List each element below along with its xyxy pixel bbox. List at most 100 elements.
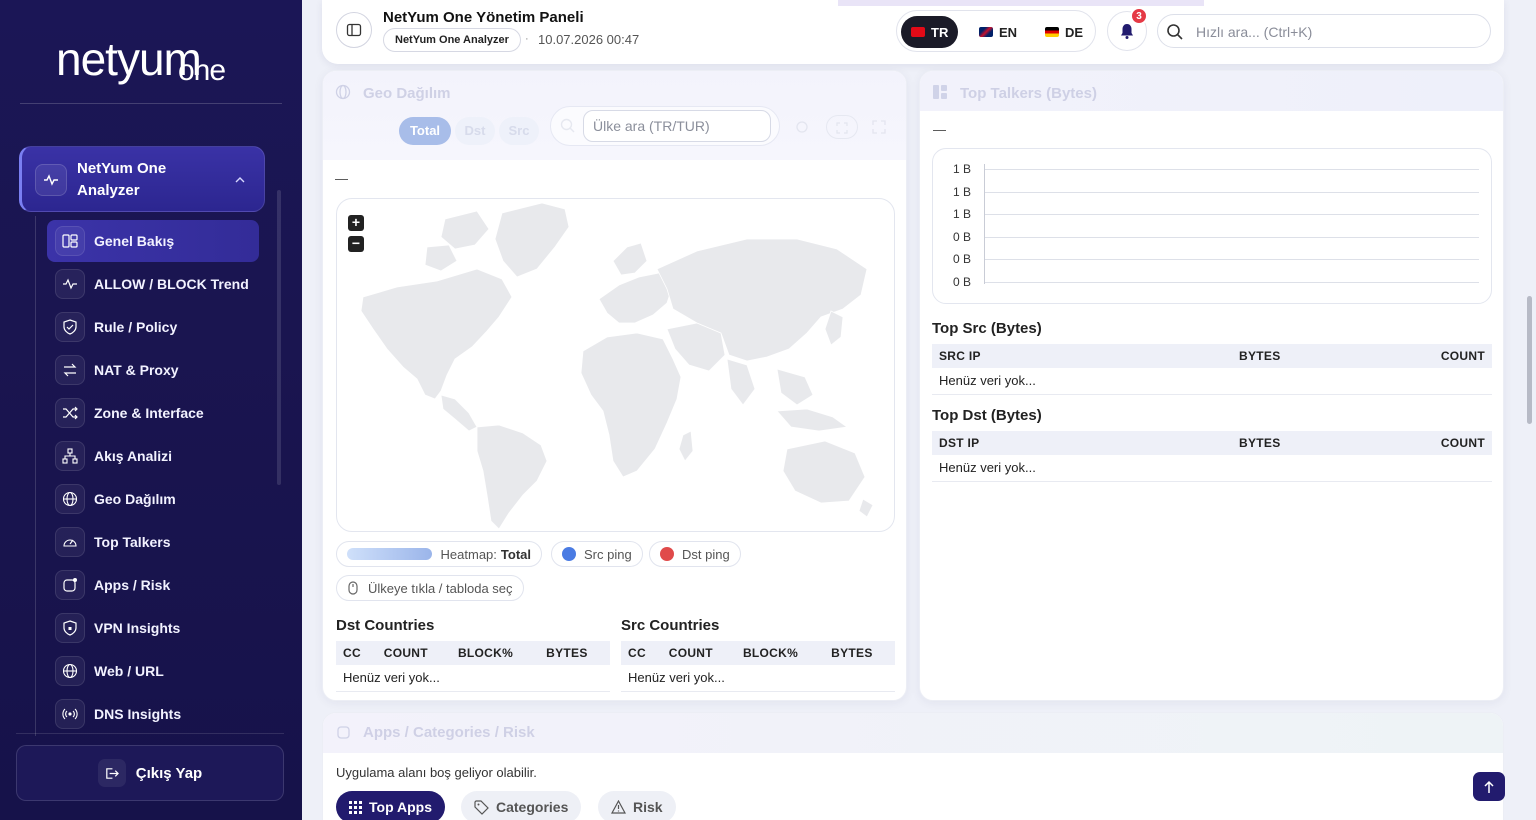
table-header-row: DST IP BYTES COUNT	[932, 431, 1492, 455]
sidebar-item-label: Geo Dağılım	[94, 490, 176, 507]
sidebar-group-analyzer[interactable]: NetYum One Analyzer	[19, 146, 265, 212]
logo-sub-text: one	[178, 54, 226, 87]
sidebar-item-akis-analizi[interactable]: Akış Analizi	[47, 434, 259, 477]
top-src-table: SRC IP BYTES COUNT Henüz veri yok...	[932, 344, 1492, 395]
flag-uk-icon	[979, 27, 993, 37]
empty-state: Henüz veri yok...	[932, 368, 1492, 395]
sidebar-item-rule-policy[interactable]: Rule / Policy	[47, 305, 259, 348]
fit-icon	[836, 122, 848, 134]
scroll-to-top-button[interactable]	[1473, 772, 1505, 801]
y-tick: 1 B	[952, 207, 971, 221]
segment-total[interactable]: Total	[399, 117, 451, 145]
col-bytes[interactable]: BYTES	[1232, 344, 1382, 368]
talkers-dash: —	[933, 122, 946, 137]
zoom-out-button[interactable]: −	[348, 236, 364, 252]
fit-view-button[interactable]	[826, 115, 858, 139]
sidebar-item-apps-risk[interactable]: Apps / Risk	[47, 563, 259, 606]
logout-button[interactable]: Çıkış Yap	[16, 745, 284, 801]
sidebar-item-allow-block-trend[interactable]: ALLOW / BLOCK Trend	[47, 262, 259, 305]
segment-src[interactable]: Src	[499, 117, 539, 145]
shield-icon	[55, 311, 85, 342]
dst-ping-dot	[660, 547, 674, 561]
col-cc[interactable]: CC	[621, 641, 662, 665]
src-ping-legend[interactable]: Src ping	[551, 541, 643, 567]
src-ping-dot	[562, 547, 576, 561]
refresh-icon[interactable]	[795, 120, 809, 134]
col-count[interactable]: COUNT	[376, 641, 451, 665]
apps-icon	[337, 726, 350, 739]
col-bytes[interactable]: BYTES	[1232, 431, 1382, 455]
col-block[interactable]: BLOCK%	[735, 641, 825, 665]
header-datetime: 10.07.2026 00:47	[538, 32, 640, 47]
dashboard-icon	[55, 226, 85, 256]
col-cc[interactable]: CC	[336, 641, 377, 665]
network-icon	[55, 440, 85, 471]
page-scrollbar[interactable]	[1527, 296, 1532, 424]
warning-icon	[611, 800, 626, 814]
brand-logo[interactable]: netyum one	[56, 32, 246, 92]
nav-rail	[35, 216, 36, 736]
language-switcher: TR EN DE	[896, 10, 1096, 52]
table-header-row: SRC IP BYTES COUNT	[932, 344, 1492, 368]
col-count[interactable]: COUNT	[661, 641, 736, 665]
chevron-up-icon[interactable]	[230, 170, 250, 190]
y-tick: 0 B	[952, 230, 971, 244]
zoom-in-button[interactable]: +	[348, 215, 364, 231]
segment-dst[interactable]: Dst	[455, 117, 495, 145]
broadcast-icon	[55, 698, 85, 729]
search-icon	[1167, 24, 1183, 40]
lang-en-button[interactable]: EN	[969, 16, 1027, 48]
dst-ping-legend[interactable]: Dst ping	[649, 541, 741, 567]
col-block[interactable]: BLOCK%	[450, 641, 540, 665]
sidebar-group-title: NetYum One Analyzer	[77, 160, 167, 199]
dashboard-icon	[933, 85, 947, 99]
top-dst-title: Top Dst (Bytes)	[932, 407, 1042, 424]
gridline	[985, 237, 1479, 238]
table-row: Henüz veri yok...	[932, 368, 1492, 395]
dst-countries-table: CC COUNT BLOCK% BYTES Henüz veri yok...	[336, 641, 610, 692]
flag-tr-icon	[911, 27, 925, 37]
sidebar-item-dns-insights[interactable]: DNS Insights	[47, 692, 259, 735]
sidebar-item-nat-proxy[interactable]: NAT & Proxy	[47, 348, 259, 391]
search-input[interactable]	[1196, 21, 1476, 43]
col-count[interactable]: COUNT	[1382, 431, 1492, 455]
tab-risk[interactable]: Risk	[598, 791, 676, 820]
world-map[interactable]: + −	[336, 198, 895, 532]
gridline	[985, 169, 1479, 170]
heatmap-value: Total	[500, 546, 531, 562]
sidebar-scrollbar[interactable]	[277, 190, 281, 485]
lang-label: EN	[999, 24, 1018, 40]
country-search-input[interactable]	[583, 110, 771, 142]
sidebar-item-label: Genel Bakış	[94, 233, 175, 249]
sidebar-item-top-talkers[interactable]: Top Talkers	[47, 520, 259, 563]
sidebar-item-label: DNS Insights	[94, 705, 182, 722]
sidebar-item-label: Apps / Risk	[94, 576, 171, 593]
top-dst-table: DST IP BYTES COUNT Henüz veri yok...	[932, 431, 1492, 482]
sidebar-item-web-url[interactable]: Web / URL	[47, 649, 259, 692]
src-countries-table: CC COUNT BLOCK% BYTES Henüz veri yok...	[621, 641, 895, 692]
tab-top-apps[interactable]: Top Apps	[336, 791, 445, 820]
col-dst-ip[interactable]: DST IP	[932, 431, 1232, 455]
sidebar-item-vpn-insights[interactable]: VPN Insights	[47, 606, 259, 649]
sidebar-item-label: Zone & Interface	[94, 404, 204, 421]
col-bytes[interactable]: BYTES	[824, 641, 895, 665]
geo-card-title: Geo Dağılım	[363, 85, 451, 102]
fullscreen-icon[interactable]	[872, 120, 886, 134]
quick-search	[1157, 14, 1491, 48]
tab-label: Risk	[633, 799, 663, 815]
col-src-ip[interactable]: SRC IP	[932, 344, 1232, 368]
sidebar-toggle-button[interactable]	[336, 12, 372, 48]
lang-tr-button[interactable]: TR	[901, 16, 959, 48]
sidebar-item-label: Rule / Policy	[94, 318, 178, 335]
sidebar-item-geo-dagilim[interactable]: Geo Dağılım	[47, 477, 259, 520]
col-count[interactable]: COUNT	[1382, 344, 1492, 368]
lang-de-button[interactable]: DE	[1035, 16, 1093, 48]
sidebar-item-label: NAT & Proxy	[94, 361, 179, 378]
sidebar-item-genel-bakis[interactable]: Genel Bakış	[47, 220, 259, 262]
shield-lock-icon	[55, 612, 85, 643]
geo-card-header: Geo Dağılım Total Dst Src	[323, 71, 906, 160]
tab-categories[interactable]: Categories	[461, 791, 582, 820]
dst-countries-title: Dst Countries	[336, 617, 435, 634]
col-bytes[interactable]: BYTES	[539, 641, 610, 665]
sidebar-item-zone-interface[interactable]: Zone & Interface	[47, 391, 259, 434]
